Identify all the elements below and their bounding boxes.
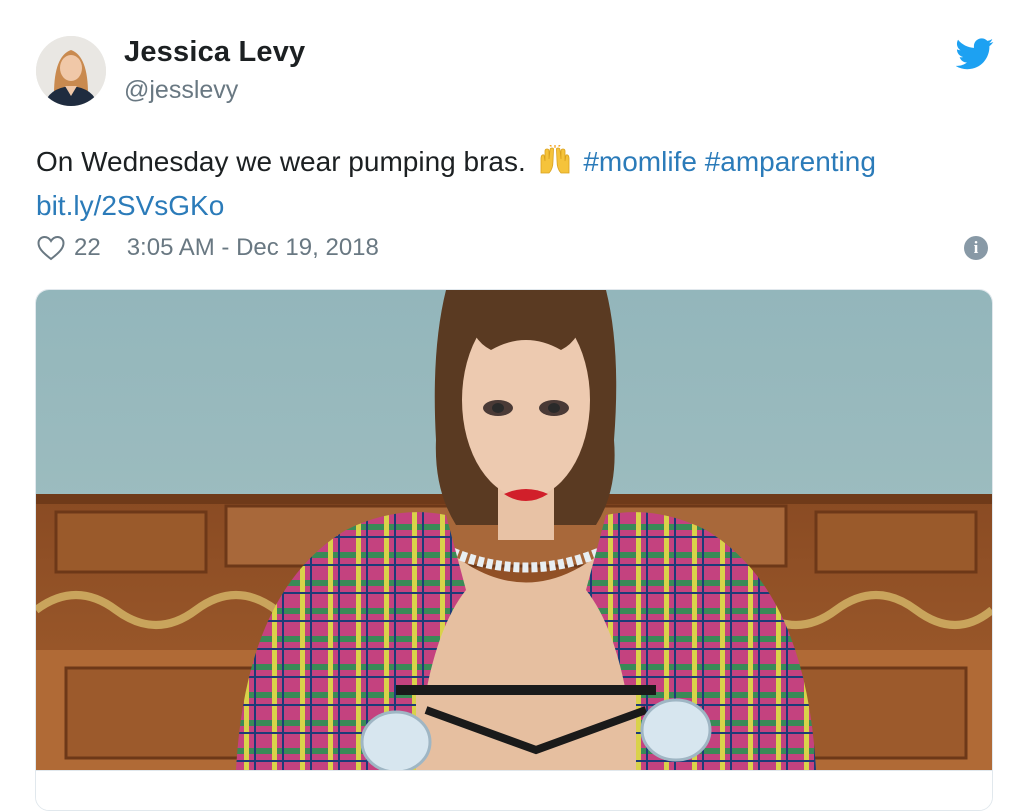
hashtag-momlife[interactable]: #momlife bbox=[583, 146, 697, 177]
author-avatar[interactable] bbox=[36, 36, 106, 106]
avatar-photo-icon bbox=[36, 36, 106, 106]
tweet-meta: 22 3:05 AM - Dec 19, 2018 bbox=[36, 230, 379, 266]
twitter-bird-icon[interactable] bbox=[956, 38, 994, 70]
raising-hands-emoji-icon bbox=[540, 145, 569, 174]
author-handle[interactable]: @jesslevy bbox=[124, 76, 238, 105]
author-name[interactable]: Jessica Levy bbox=[124, 36, 305, 69]
tweet-body: On Wednesday we wear pumping bras. bbox=[36, 146, 526, 177]
tweet-url-link[interactable]: bit.ly/2SVsGKo bbox=[36, 190, 224, 221]
hashtag-amparenting[interactable]: #amparenting bbox=[705, 146, 876, 177]
tweet-timestamp[interactable]: 3:05 AM - Dec 19, 2018 bbox=[127, 234, 379, 262]
info-icon[interactable]: i bbox=[964, 236, 988, 260]
like-count[interactable]: 22 bbox=[74, 234, 101, 262]
media-photo-icon[interactable] bbox=[36, 290, 992, 770]
tweet-line-2: bit.ly/2SVsGKo bbox=[36, 184, 1006, 228]
media-card[interactable] bbox=[35, 289, 993, 811]
tweet-line-1: On Wednesday we wear pumping bras. #moml… bbox=[36, 140, 1006, 184]
heart-outline-icon[interactable] bbox=[36, 234, 66, 262]
tweet-text: On Wednesday we wear pumping bras. #moml… bbox=[36, 140, 1006, 228]
media-card-footer bbox=[36, 770, 992, 810]
